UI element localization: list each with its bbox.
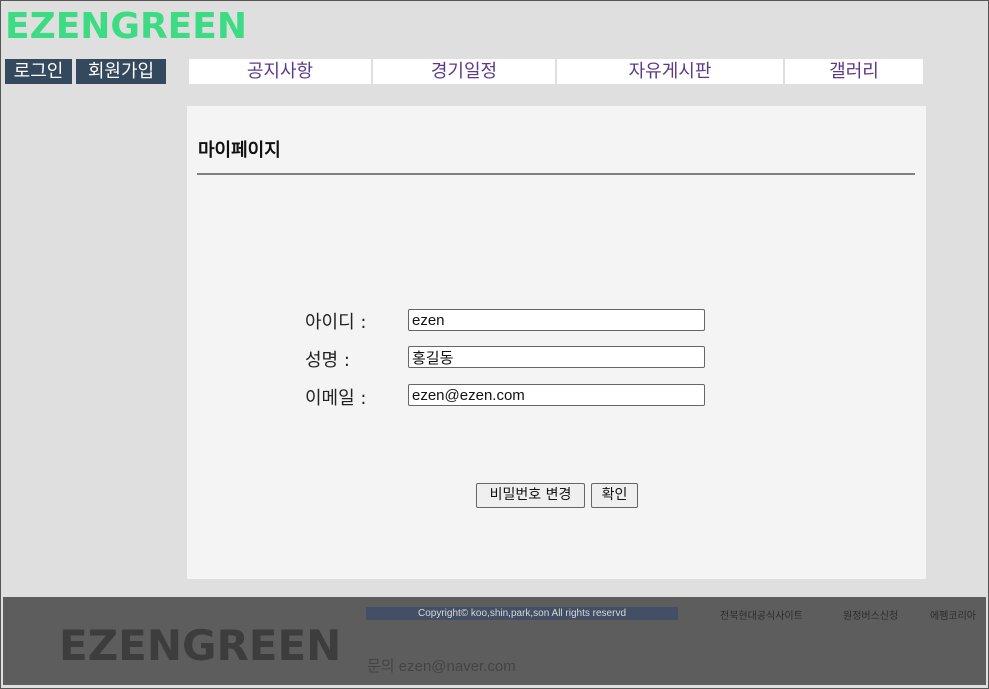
page-title: 마이페이지 — [198, 140, 281, 161]
footer-link-away-bus[interactable]: 원정버스신청 — [843, 607, 898, 622]
name-label: 성명 : — [305, 350, 350, 371]
footer: EZENGREEN Copyright© koo,shin,park,son A… — [3, 597, 986, 685]
mypage-panel: 마이페이지 아이디 : 성명 : 이메일 : 비밀번호 변경 확인 — [187, 106, 926, 579]
login-button[interactable]: 로그인 — [5, 59, 72, 84]
nav-item-gallery[interactable]: 갤러리 — [785, 59, 923, 84]
title-divider — [197, 173, 915, 175]
nav-item-schedule[interactable]: 경기일정 — [373, 59, 555, 84]
contact-email: 문의 ezen@naver.com — [367, 658, 516, 675]
name-field[interactable] — [408, 346, 705, 368]
email-field[interactable] — [408, 384, 705, 406]
main-nav: 공지사항 경기일정 자유게시판 갤러리 — [189, 59, 923, 84]
nav-item-notice[interactable]: 공지사항 — [189, 59, 371, 84]
id-field[interactable] — [408, 309, 705, 331]
change-password-button[interactable]: 비밀번호 변경 — [476, 483, 585, 508]
nav-item-free-board[interactable]: 자유게시판 — [557, 59, 783, 84]
email-label: 이메일 : — [305, 388, 367, 409]
signup-button[interactable]: 회원가입 — [76, 59, 166, 84]
footer-link-jeonbuk[interactable]: 전북현대공식사이트 — [720, 607, 803, 622]
site-logo[interactable]: EZENGREEN — [5, 6, 247, 47]
footer-link-fmkorea[interactable]: 에펨코리아 — [930, 607, 976, 622]
copyright-text: Copyright© koo,shin,park,son All rights … — [366, 607, 678, 620]
id-label: 아이디 : — [305, 312, 367, 333]
footer-logo: EZENGREEN — [59, 621, 342, 670]
confirm-button[interactable]: 확인 — [591, 483, 638, 508]
